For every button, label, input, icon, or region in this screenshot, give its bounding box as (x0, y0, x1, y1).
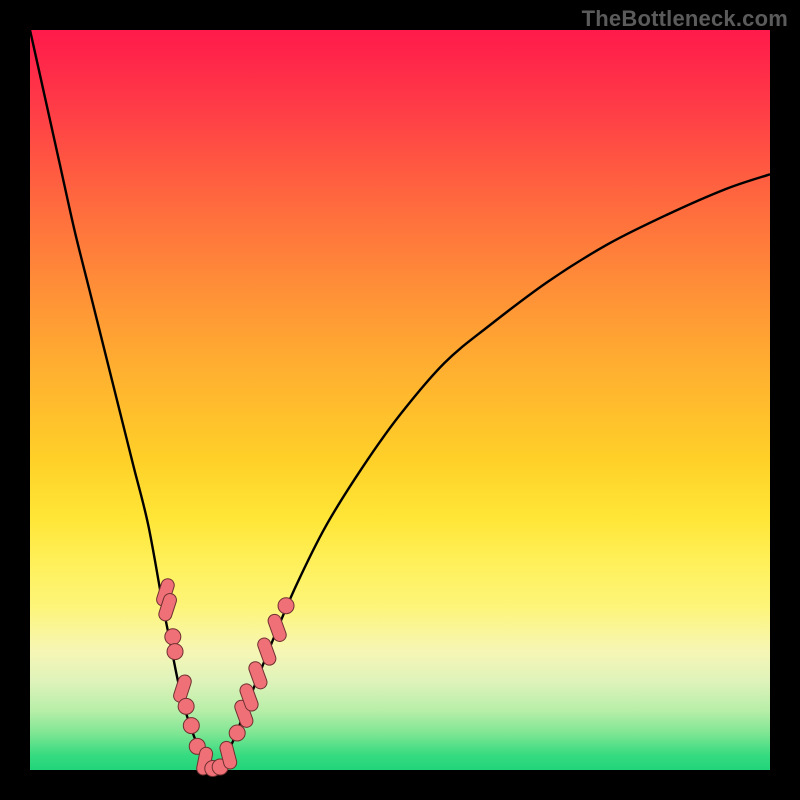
data-marker (266, 613, 288, 644)
data-marker (229, 725, 245, 741)
data-marker (165, 629, 181, 645)
data-marker (178, 698, 194, 714)
data-marker (183, 718, 199, 734)
data-marker (167, 644, 183, 660)
data-marker (278, 598, 294, 614)
plot-area (30, 30, 770, 770)
watermark-text: TheBottleneck.com (582, 6, 788, 32)
right-curve (215, 174, 770, 770)
chart-svg (30, 30, 770, 770)
markers-group (155, 577, 294, 776)
chart-frame: TheBottleneck.com (0, 0, 800, 800)
left-curve (30, 30, 215, 770)
